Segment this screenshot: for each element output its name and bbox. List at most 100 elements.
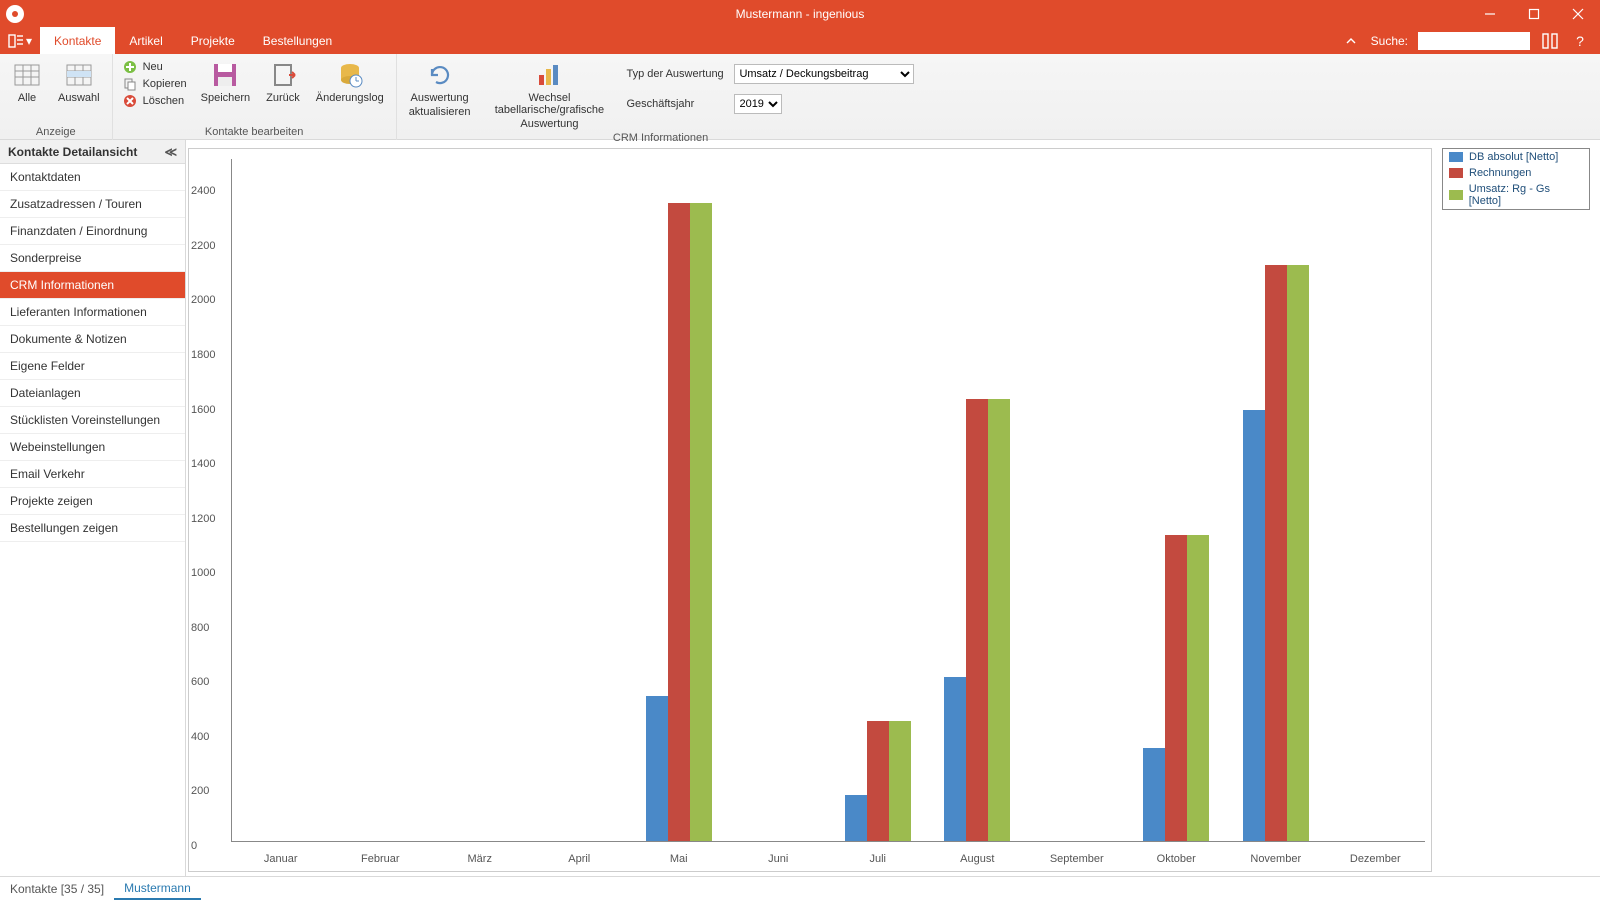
bar [1265,265,1287,841]
x-tick-label: August [960,853,994,865]
tab-label: Bestellungen [263,34,332,48]
status-tab-mustermann[interactable]: Mustermann [114,878,201,900]
tab-label: Artikel [129,34,162,48]
y-tick-label: 0 [191,840,197,852]
sidebar-item-projekte-zeigen[interactable]: Projekte zeigen [0,488,185,515]
help-icon[interactable]: ? [1570,31,1590,51]
wechsel-ansicht-button[interactable]: Wechsel tabellarische/grafische Auswertu… [484,58,614,132]
bar [1287,265,1309,841]
ribbon-group-crm: Auswertung aktualisieren Wechsel tabella… [397,54,925,140]
typ-select[interactable]: Umsatz / Deckungsbeitrag [734,64,914,84]
sidebar-item-eigene-felder[interactable]: Eigene Felder [0,353,185,380]
collapse-ribbon-icon[interactable] [1341,31,1361,51]
tab-kontakte[interactable]: Kontakte [40,27,115,54]
maximize-button[interactable] [1512,0,1556,27]
kopieren-button[interactable]: Kopieren [123,77,187,91]
x-tick-label: Juli [869,853,886,865]
close-button[interactable] [1556,0,1600,27]
x-tick-label: Januar [264,853,298,865]
x-tick-label: September [1050,853,1104,865]
window-title: Mustermann - ingenious [0,7,1600,21]
loeschen-button[interactable]: Löschen [123,94,187,108]
sidebar-item-st-cklisten-voreinstellungen[interactable]: Stücklisten Voreinstellungen [0,407,185,434]
legend-label: Umsatz: Rg - Gs [Netto] [1469,183,1583,207]
x-tick-label: Dezember [1350,853,1401,865]
y-tick-label: 1800 [191,349,215,361]
bar [944,677,966,841]
x-tick-label: November [1250,853,1301,865]
search-label: Suche: [1371,34,1408,48]
bar [845,795,867,841]
typ-label: Typ der Auswertung [626,68,726,80]
sidebar-item-email-verkehr[interactable]: Email Verkehr [0,461,185,488]
app-logo-icon [6,5,24,23]
legend-item: Umsatz: Rg - Gs [Netto] [1443,181,1589,209]
legend-swatch-icon [1449,168,1463,178]
tab-artikel[interactable]: Artikel [115,27,176,54]
chart-box: 0200400600800100012001400160018002000220… [188,148,1432,872]
bar [867,721,889,841]
neu-button[interactable]: Neu [123,60,187,74]
tab-projekte[interactable]: Projekte [177,27,249,54]
sidebar-item-kontaktdaten[interactable]: Kontaktdaten [0,164,185,191]
sidebar-item-zusatzadressen-touren[interactable]: Zusatzadressen / Touren [0,191,185,218]
status-tab-kontakte[interactable]: Kontakte [35 / 35] [0,878,114,900]
legend-label: Rechnungen [1469,167,1531,179]
speichern-button[interactable]: Speichern [199,58,253,106]
legend: DB absolut [Netto]RechnungenUmsatz: Rg -… [1442,148,1590,210]
workspace: Kontakte Detailansicht ≪ KontaktdatenZus… [0,140,1600,876]
grid-icon [12,60,42,90]
x-tick-label: März [468,853,492,865]
app-menu-button[interactable]: ▾ [0,27,40,54]
ribbon-group-anzeige: Alle Auswahl Anzeige [0,54,113,140]
x-tick-label: Oktober [1157,853,1196,865]
save-icon [210,60,240,90]
side-panel: Kontakte Detailansicht ≪ KontaktdatenZus… [0,140,186,876]
y-tick-label: 2200 [191,240,215,252]
minimize-button[interactable] [1468,0,1512,27]
x-tick-label: Juni [768,853,788,865]
menu-strip: ▾ Kontakte Artikel Projekte Bestellungen… [0,27,1600,54]
auswahl-button[interactable]: Auswahl [56,58,102,106]
db-clock-icon [335,60,365,90]
bar [1165,535,1187,841]
search-tools-icon[interactable] [1540,31,1560,51]
y-tick-label: 200 [191,785,209,797]
bar [988,399,1010,841]
legend-swatch-icon [1449,190,1463,200]
collapse-panel-icon[interactable]: ≪ [164,145,177,159]
sidebar-item-dokumente-notizen[interactable]: Dokumente & Notizen [0,326,185,353]
x-tick-label: Februar [361,853,400,865]
chart-icon [534,60,564,90]
bar [668,203,690,841]
jahr-label: Geschäftsjahr [626,98,726,110]
x-tick-label: April [568,853,590,865]
bar [889,721,911,841]
sidebar-item-lieferanten-informationen[interactable]: Lieferanten Informationen [0,299,185,326]
sidebar-item-webeinstellungen[interactable]: Webeinstellungen [0,434,185,461]
y-tick-label: 400 [191,731,209,743]
sidebar-item-bestellungen-zeigen[interactable]: Bestellungen zeigen [0,515,185,542]
y-tick-label: 2000 [191,294,215,306]
y-tick-label: 600 [191,676,209,688]
ribbon-group-label: Kontakte bearbeiten [123,126,386,140]
zurueck-button[interactable]: Zurück [264,58,302,106]
y-tick-label: 1400 [191,458,215,470]
legend-item: Rechnungen [1443,165,1589,181]
back-icon [268,60,298,90]
search-input[interactable] [1418,32,1530,50]
x-tick-label: Mai [670,853,688,865]
bar [1187,535,1209,841]
sidebar-item-dateianlagen[interactable]: Dateianlagen [0,380,185,407]
sidebar-item-crm-informationen[interactable]: CRM Informationen [0,272,185,299]
sidebar-item-sonderpreise[interactable]: Sonderpreise [0,245,185,272]
auswertung-aktualisieren-button[interactable]: Auswertung aktualisieren [407,58,473,120]
jahr-select[interactable]: 2019 [734,94,782,114]
grid-sel-icon [64,60,94,90]
sidebar-item-finanzdaten-einordnung[interactable]: Finanzdaten / Einordnung [0,218,185,245]
alle-button[interactable]: Alle [10,58,44,106]
aenderungslog-button[interactable]: Änderungslog [314,58,386,106]
refresh-icon [425,60,455,90]
ribbon-group-kontakte-bearbeiten: Neu Kopieren Löschen Speichern Zurück Än… [113,54,397,140]
tab-bestellungen[interactable]: Bestellungen [249,27,346,54]
